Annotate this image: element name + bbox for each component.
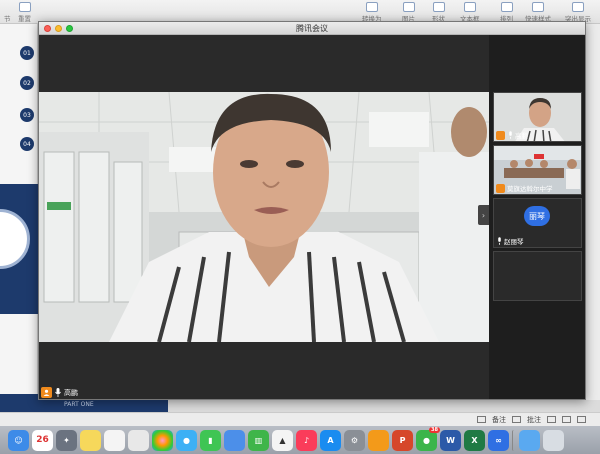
highlight-icon bbox=[572, 2, 584, 12]
macos-dock: ☺ 26 ✦ ● ▮ ▥ ▲ ♪ A ⚙ P ● 38 W X ∞ bbox=[0, 426, 600, 454]
user-avatar-icon bbox=[496, 130, 505, 140]
participant-name: 赵丽琴 bbox=[504, 238, 524, 246]
speaker-video-image bbox=[39, 92, 489, 342]
sorter-view-icon[interactable] bbox=[562, 416, 571, 423]
wechat-badge: 38 bbox=[429, 426, 440, 433]
main-video-name: 高鹏 bbox=[64, 388, 78, 397]
participant-name: 莫旗达斡尔中学 bbox=[507, 185, 553, 193]
comments-icon bbox=[512, 416, 521, 423]
microphone-icon bbox=[55, 388, 61, 397]
slide-bullet: 04 bbox=[20, 137, 34, 151]
slide-bottom-band: PART ONE bbox=[38, 398, 168, 412]
participant-name-tag: 高鹏 bbox=[496, 130, 528, 140]
user-avatar-icon bbox=[496, 183, 505, 193]
participant-tile[interactable]: 莫旗达斡尔中学 bbox=[493, 145, 582, 195]
chevron-right-icon: › bbox=[481, 210, 486, 220]
reminders-icon[interactable] bbox=[104, 429, 125, 451]
powerpoint-icon[interactable]: P bbox=[392, 429, 413, 451]
keynote-icon[interactable] bbox=[224, 429, 245, 451]
window-titlebar: 腾讯会议 bbox=[39, 22, 585, 35]
keynote-podium-icon[interactable]: ▲ bbox=[272, 429, 293, 451]
shape-icon bbox=[432, 2, 445, 12]
toolbar-reset-button[interactable]: 重置 bbox=[18, 0, 31, 24]
participant-tile[interactable]: 丽琴 赵丽琴 bbox=[493, 198, 582, 248]
slide-bullet: 01 bbox=[20, 46, 34, 60]
microphone-icon bbox=[507, 131, 513, 140]
comments-button[interactable]: 批注 bbox=[527, 415, 541, 425]
window-title: 腾讯会议 bbox=[296, 24, 328, 33]
arrange-icon bbox=[500, 2, 513, 12]
preview-icon[interactable] bbox=[128, 429, 149, 451]
toolbar-section-button[interactable]: 节 bbox=[4, 0, 11, 24]
participant-name-tag: 赵丽琴 bbox=[496, 236, 524, 246]
messages-icon[interactable]: ● bbox=[176, 429, 197, 451]
participant-name-tag: 莫旗达斡尔中学 bbox=[496, 183, 553, 193]
facetime-icon[interactable]: ▮ bbox=[200, 429, 221, 451]
picture-icon bbox=[402, 2, 415, 12]
participants-sidebar: 高鹏 莫旗达斡尔中学 丽琴 赵丽琴 bbox=[489, 35, 585, 399]
folder-icon[interactable] bbox=[519, 429, 540, 451]
appstore-icon[interactable]: A bbox=[320, 429, 341, 451]
main-video-name-tag: 高鹏 bbox=[41, 387, 78, 398]
participant-avatar: 丽琴 bbox=[524, 206, 550, 226]
calendar-icon[interactable]: 26 bbox=[32, 429, 53, 451]
normal-view-icon[interactable] bbox=[547, 416, 556, 423]
slide-bullet: 02 bbox=[20, 76, 34, 90]
finder-icon[interactable]: ☺ bbox=[8, 429, 29, 451]
background-slide-panel: 01 02 03 04 ETS bbox=[0, 24, 38, 424]
wechat-icon[interactable]: ● 38 bbox=[416, 426, 440, 451]
main-video-feed[interactable] bbox=[39, 92, 489, 342]
empty-participant-tile bbox=[493, 251, 582, 301]
user-avatar-icon bbox=[41, 387, 52, 398]
participant-tile[interactable]: 高鹏 bbox=[493, 92, 582, 142]
collapse-sidebar-button[interactable]: › bbox=[478, 205, 489, 225]
textbox-icon bbox=[463, 2, 476, 12]
background-right-panel bbox=[585, 24, 600, 400]
notes-button[interactable]: 备注 bbox=[492, 415, 506, 425]
settings-icon[interactable]: ⚙ bbox=[344, 429, 365, 451]
microphone-icon bbox=[496, 237, 502, 246]
participant-name: 高鹏 bbox=[515, 132, 528, 140]
quickstyle-icon bbox=[532, 2, 544, 12]
notes-icon[interactable] bbox=[80, 429, 101, 451]
notes-icon bbox=[477, 416, 486, 423]
reset-icon bbox=[18, 2, 31, 12]
photos-icon[interactable] bbox=[152, 429, 173, 451]
books-icon[interactable] bbox=[368, 429, 389, 451]
background-status-bar: 备注 批注 bbox=[0, 412, 600, 426]
slideshow-icon[interactable] bbox=[577, 416, 586, 423]
slide-partial-text: ETS bbox=[0, 254, 12, 261]
launchpad-icon[interactable]: ✦ bbox=[56, 429, 77, 451]
trash-icon[interactable] bbox=[543, 429, 564, 451]
music-icon[interactable]: ♪ bbox=[296, 429, 317, 451]
numbers-icon[interactable]: ▥ bbox=[248, 429, 269, 451]
dock-divider bbox=[512, 429, 516, 451]
convert-icon bbox=[365, 2, 378, 12]
word-icon[interactable]: W bbox=[440, 429, 461, 451]
meeting-window: 腾讯会议 › 高鹏 高鹏 莫旗达斡尔中学 丽琴 赵丽琴 bbox=[38, 21, 586, 400]
slide-bullet: 03 bbox=[20, 108, 34, 122]
excel-icon[interactable]: X bbox=[464, 429, 485, 451]
tencent-meeting-icon[interactable]: ∞ bbox=[488, 429, 509, 451]
